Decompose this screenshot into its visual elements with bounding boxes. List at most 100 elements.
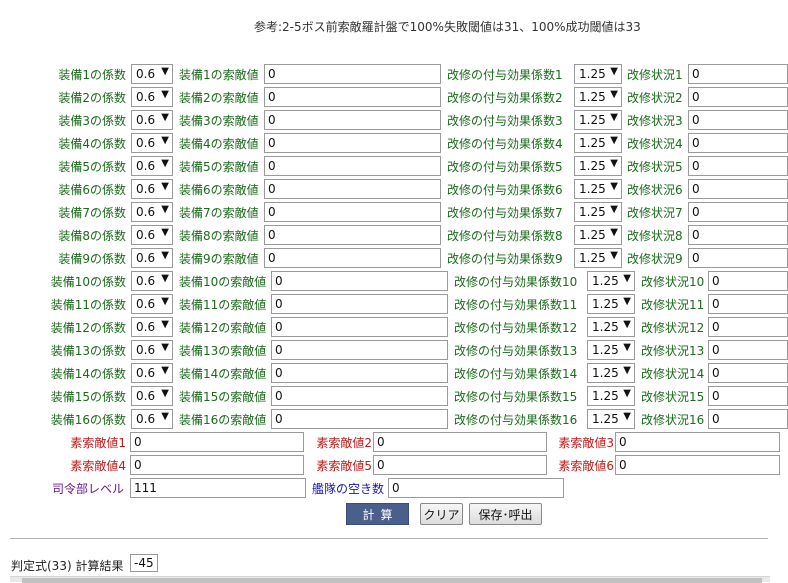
upgrade-status-input-5[interactable]: 0 bbox=[688, 156, 788, 176]
upgrade-coef-select-4[interactable]: 1.25 ▼ bbox=[574, 133, 622, 153]
upgrade-status-input-12[interactable]: 0 bbox=[708, 317, 788, 337]
search-value-input-6[interactable]: 0 bbox=[264, 179, 441, 199]
upgrade-coef-select-12[interactable]: 1.25 ▼ bbox=[587, 317, 635, 337]
clear-button[interactable]: クリア bbox=[420, 503, 463, 525]
element-input-1[interactable]: 0 bbox=[130, 432, 304, 452]
upgrade-coef-select-15[interactable]: 1.25 ▼ bbox=[587, 386, 635, 406]
upgrade-coef-select-7[interactable]: 1.25 ▼ bbox=[574, 202, 622, 222]
search-value-input-4[interactable]: 0 bbox=[264, 133, 441, 153]
coef-select-1[interactable]: 0.6 ▼ bbox=[131, 64, 173, 84]
upgrade-status-input-1[interactable]: 0 bbox=[688, 64, 788, 84]
element-input-2[interactable]: 0 bbox=[373, 432, 547, 452]
chevron-down-icon: ▼ bbox=[161, 112, 169, 123]
element-input-3[interactable]: 0 bbox=[615, 432, 780, 452]
search-value-label-5: 装備5の索敵値 bbox=[179, 160, 259, 174]
coef-select-11[interactable]: 0.6 ▼ bbox=[131, 294, 173, 314]
upgrade-status-label-10: 改修状況10 bbox=[641, 275, 705, 289]
horizontal-scrollbar[interactable] bbox=[10, 576, 770, 583]
search-value-input-8[interactable]: 0 bbox=[264, 225, 441, 245]
coef-select-2[interactable]: 0.6 ▼ bbox=[131, 87, 173, 107]
upgrade-coef-select-6[interactable]: 1.25 ▼ bbox=[574, 179, 622, 199]
search-value-input-13[interactable]: 0 bbox=[271, 340, 448, 360]
upgrade-status-input-9[interactable]: 0 bbox=[688, 248, 788, 268]
element-label-6: 素索敵値6 bbox=[558, 459, 614, 473]
coef-select-3[interactable]: 0.6 ▼ bbox=[131, 110, 173, 130]
chevron-down-icon: ▼ bbox=[161, 296, 169, 307]
coef-select-13[interactable]: 0.6 ▼ bbox=[131, 340, 173, 360]
upgrade-status-input-2[interactable]: 0 bbox=[688, 87, 788, 107]
search-value-input-12[interactable]: 0 bbox=[271, 317, 448, 337]
upgrade-status-input-3[interactable]: 0 bbox=[688, 110, 788, 130]
coef-select-4[interactable]: 0.6 ▼ bbox=[131, 133, 173, 153]
upgrade-coef-select-2[interactable]: 1.25 ▼ bbox=[574, 87, 622, 107]
upgrade-coef-label-10: 改修の付与効果係数10 bbox=[454, 275, 578, 289]
search-value-input-5[interactable]: 0 bbox=[264, 156, 441, 176]
upgrade-status-input-11[interactable]: 0 bbox=[708, 294, 788, 314]
upgrade-status-input-13[interactable]: 0 bbox=[708, 340, 788, 360]
upgrade-status-label-1: 改修状況1 bbox=[627, 68, 683, 82]
upgrade-coef-select-14[interactable]: 1.25 ▼ bbox=[587, 363, 635, 383]
hq-level-input[interactable]: 111 bbox=[130, 478, 306, 498]
coef-select-15[interactable]: 0.6 ▼ bbox=[131, 386, 173, 406]
upgrade-status-input-15[interactable]: 0 bbox=[708, 386, 788, 406]
element-input-6[interactable]: 0 bbox=[615, 455, 780, 475]
equipment-row-16: 装備16の係数 0.6 ▼ 装備16の索敵値 0 改修の付与効果係数16 1.25 ▼ 改修状況… bbox=[0, 407, 788, 430]
upgrade-status-label-3: 改修状況3 bbox=[627, 114, 683, 128]
coef-select-12[interactable]: 0.6 ▼ bbox=[131, 317, 173, 337]
upgrade-status-input-10[interactable]: 0 bbox=[708, 271, 788, 291]
search-value-input-11[interactable]: 0 bbox=[271, 294, 448, 314]
element-input-5[interactable]: 0 bbox=[373, 455, 547, 475]
chevron-down-icon: ▼ bbox=[161, 365, 169, 376]
coef-select-14[interactable]: 0.6 ▼ bbox=[131, 363, 173, 383]
equipment-row-2: 装備2の係数 0.6 ▼ 装備2の索敵値 0 改修の付与効果係数2 1.25 ▼ 改修状況2 0 bbox=[0, 85, 788, 108]
hq-row: 司令部レベル 111 艦隊の空き数 0 bbox=[0, 476, 788, 499]
search-value-input-9[interactable]: 0 bbox=[264, 248, 441, 268]
chevron-down-icon: ▼ bbox=[161, 66, 169, 77]
search-value-input-1[interactable]: 0 bbox=[264, 64, 441, 84]
chevron-down-icon: ▼ bbox=[610, 250, 618, 261]
search-value-input-3[interactable]: 0 bbox=[264, 110, 441, 130]
upgrade-status-input-14[interactable]: 0 bbox=[708, 363, 788, 383]
fleet-empty-input[interactable]: 0 bbox=[388, 478, 564, 498]
coef-label-13: 装備13の係数 bbox=[50, 344, 126, 358]
upgrade-coef-select-16[interactable]: 1.25 ▼ bbox=[587, 409, 635, 429]
chevron-down-icon: ▼ bbox=[161, 273, 169, 284]
coef-select-value-10: 0.6 bbox=[136, 274, 156, 288]
search-value-input-16[interactable]: 0 bbox=[271, 409, 448, 429]
search-value-input-2[interactable]: 0 bbox=[264, 87, 441, 107]
upgrade-coef-select-11[interactable]: 1.25 ▼ bbox=[587, 294, 635, 314]
upgrade-status-input-8[interactable]: 0 bbox=[688, 225, 788, 245]
calculate-button[interactable]: 計算 bbox=[346, 503, 409, 525]
upgrade-status-label-4: 改修状況4 bbox=[627, 137, 683, 151]
upgrade-status-input-7[interactable]: 0 bbox=[688, 202, 788, 222]
upgrade-coef-select-5[interactable]: 1.25 ▼ bbox=[574, 156, 622, 176]
coef-select-6[interactable]: 0.6 ▼ bbox=[131, 179, 173, 199]
search-value-input-7[interactable]: 0 bbox=[264, 202, 441, 222]
coef-select-10[interactable]: 0.6 ▼ bbox=[131, 271, 173, 291]
upgrade-coef-select-1[interactable]: 1.25 ▼ bbox=[574, 64, 622, 84]
upgrade-coef-select-8[interactable]: 1.25 ▼ bbox=[574, 225, 622, 245]
coef-select-5[interactable]: 0.6 ▼ bbox=[131, 156, 173, 176]
save-load-button[interactable]: 保存･呼出 bbox=[469, 503, 542, 525]
search-value-input-15[interactable]: 0 bbox=[271, 386, 448, 406]
upgrade-coef-select-value-12: 1.25 bbox=[592, 320, 619, 334]
upgrade-status-input-4[interactable]: 0 bbox=[688, 133, 788, 153]
upgrade-coef-label-3: 改修の付与効果係数3 bbox=[447, 114, 563, 128]
upgrade-coef-select-3[interactable]: 1.25 ▼ bbox=[574, 110, 622, 130]
coef-select-9[interactable]: 0.6 ▼ bbox=[131, 248, 173, 268]
upgrade-coef-select-9[interactable]: 1.25 ▼ bbox=[574, 248, 622, 268]
search-value-input-10[interactable]: 0 bbox=[271, 271, 448, 291]
search-value-label-3: 装備3の索敵値 bbox=[179, 114, 259, 128]
scrollbar-thumb[interactable] bbox=[22, 578, 762, 583]
upgrade-coef-select-13[interactable]: 1.25 ▼ bbox=[587, 340, 635, 360]
upgrade-status-input-6[interactable]: 0 bbox=[688, 179, 788, 199]
element-label-4: 素索敵値4 bbox=[70, 459, 126, 473]
coef-select-8[interactable]: 0.6 ▼ bbox=[131, 225, 173, 245]
coef-select-7[interactable]: 0.6 ▼ bbox=[131, 202, 173, 222]
coef-select-16[interactable]: 0.6 ▼ bbox=[131, 409, 173, 429]
element-input-4[interactable]: 0 bbox=[130, 455, 304, 475]
search-value-input-14[interactable]: 0 bbox=[271, 363, 448, 383]
chevron-down-icon: ▼ bbox=[161, 411, 169, 422]
upgrade-status-input-16[interactable]: 0 bbox=[708, 409, 788, 429]
upgrade-coef-select-10[interactable]: 1.25 ▼ bbox=[587, 271, 635, 291]
